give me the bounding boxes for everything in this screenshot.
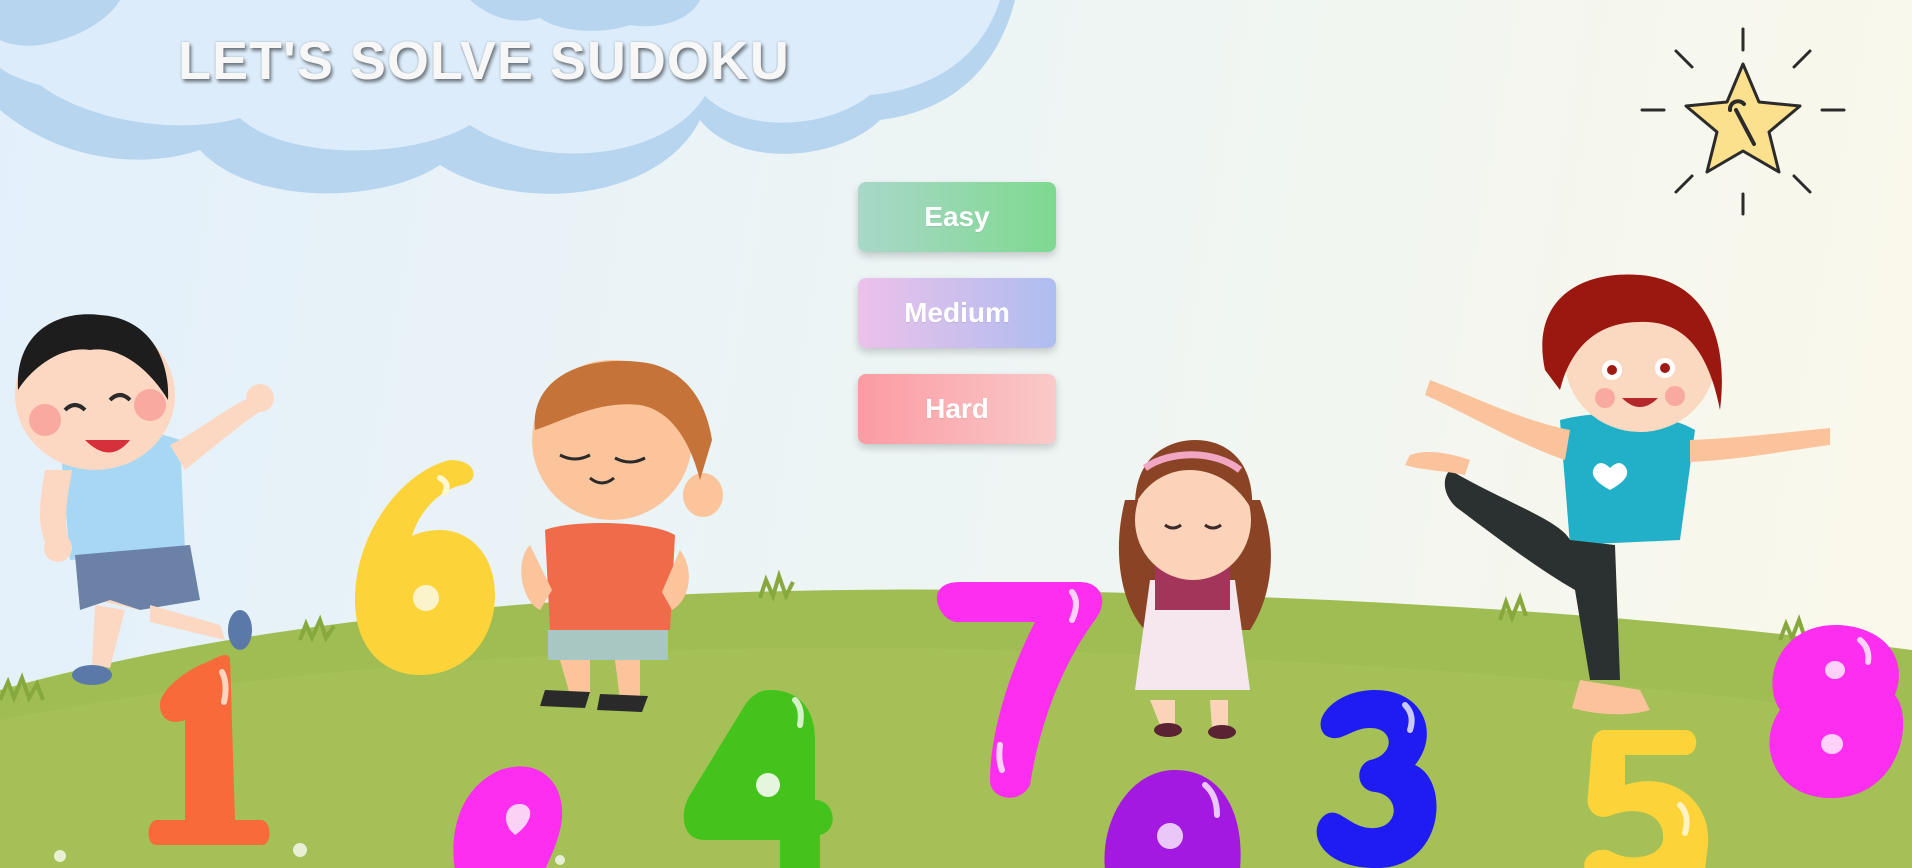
grass-hill — [0, 569, 1912, 868]
easy-button[interactable]: Easy — [858, 182, 1056, 252]
star-wrench-icon — [1640, 27, 1846, 216]
page-title: LET'S SOLVE SUDOKU — [178, 31, 790, 91]
medium-button[interactable]: Medium — [858, 278, 1056, 348]
game-menu-screen: LET'S SOLVE SUDOKU Easy Medium Hard — [0, 0, 1912, 868]
settings-button[interactable] — [1640, 24, 1846, 220]
hard-button[interactable]: Hard — [858, 374, 1056, 444]
